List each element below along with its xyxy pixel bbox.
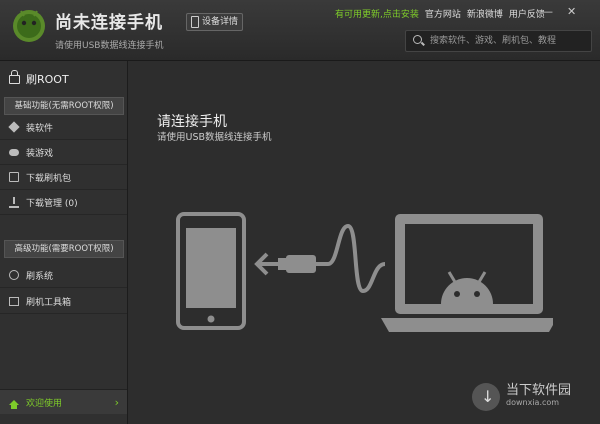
sidebar-item-toolbox[interactable]: 刷机工具箱 [0, 289, 127, 314]
connect-phone-illustration [176, 212, 553, 332]
sidebar-item-label: 下载管理 (0) [26, 198, 78, 209]
root-label: 刷ROOT [26, 73, 69, 86]
system-icon [9, 270, 19, 280]
sidebar-item-install-apps[interactable]: 装软件 [0, 115, 127, 140]
search-box [405, 30, 592, 52]
sidebar-item-welcome[interactable]: 欢迎使用 › [0, 389, 127, 414]
root-button[interactable]: 刷ROOT [0, 66, 127, 92]
official-site-link[interactable]: 官方网站 [425, 7, 461, 20]
title-bar: 尚未连接手机 请使用USB数据线连接手机 设备详情 有可用更新,点击安装 官方网… [0, 0, 600, 61]
sidebar-item-install-games[interactable]: 装游戏 [0, 140, 127, 165]
sidebar-item-download-roms[interactable]: 下载刷机包 [0, 165, 127, 190]
welcome-label: 欢迎使用 [26, 398, 63, 409]
download-icon [9, 197, 19, 208]
package-icon [9, 172, 19, 182]
watermark: 当下软件园 downxia.com [472, 383, 571, 411]
app-subtitle: 请使用USB数据线连接手机 [55, 41, 164, 51]
phone-icon [191, 16, 199, 28]
sidebar-item-flash-system[interactable]: 刷系统 [0, 263, 127, 288]
window-controls: — ✕ [542, 5, 576, 18]
toolbox-icon [9, 296, 19, 306]
chevron-right-icon: › [114, 395, 119, 409]
sidebar-item-label: 下载刷机包 [26, 173, 72, 184]
watermark-title: 当下软件园 [506, 383, 572, 398]
watermark-url: downxia.com [506, 398, 560, 407]
advanced-section-header: 高级功能(需要ROOT权限) [4, 240, 124, 258]
main-panel: 请连接手机 请使用USB数据线连接手机 [128, 61, 600, 424]
basic-section-header: 基础功能(无需ROOT权限) [4, 97, 124, 115]
update-link[interactable]: 有可用更新,点击安装 [335, 7, 419, 20]
top-links: 有可用更新,点击安装 官方网站 新浪微博 用户反馈 [335, 7, 545, 20]
sidebar-item-label: 装软件 [26, 123, 54, 134]
search-icon[interactable] [413, 35, 422, 44]
phone-icon [176, 212, 246, 330]
feedback-link[interactable]: 用户反馈 [509, 7, 545, 20]
page-title: 请连接手机 [157, 114, 227, 130]
weibo-link[interactable]: 新浪微博 [467, 7, 503, 20]
laptop-icon [381, 214, 553, 332]
gamepad-icon [9, 148, 19, 156]
sidebar-item-download-manager[interactable]: 下载管理 (0) [0, 190, 127, 215]
android-logo-icon [13, 10, 45, 42]
download-circle-icon [472, 383, 500, 411]
search-input[interactable] [428, 33, 587, 49]
page-subtitle: 请使用USB数据线连接手机 [157, 132, 272, 143]
unlock-icon [9, 69, 20, 84]
home-icon [9, 399, 19, 409]
arrow-left-icon [254, 252, 279, 276]
usb-cable-icon [278, 223, 386, 294]
close-button[interactable]: ✕ [567, 5, 576, 18]
sidebar-item-label: 刷系统 [26, 271, 54, 282]
sidebar-item-label: 装游戏 [26, 148, 54, 159]
device-details-button[interactable]: 设备详情 [186, 13, 244, 31]
app-title: 尚未连接手机 [55, 13, 163, 33]
cube-icon [8, 121, 20, 133]
sidebar-item-label: 刷机工具箱 [26, 297, 72, 308]
minimize-button[interactable]: — [542, 5, 553, 18]
device-details-label: 设备详情 [202, 17, 239, 27]
sidebar: 刷ROOT 基础功能(无需ROOT权限) 装软件 装游戏 下载刷机包 下载管理 … [0, 61, 128, 424]
